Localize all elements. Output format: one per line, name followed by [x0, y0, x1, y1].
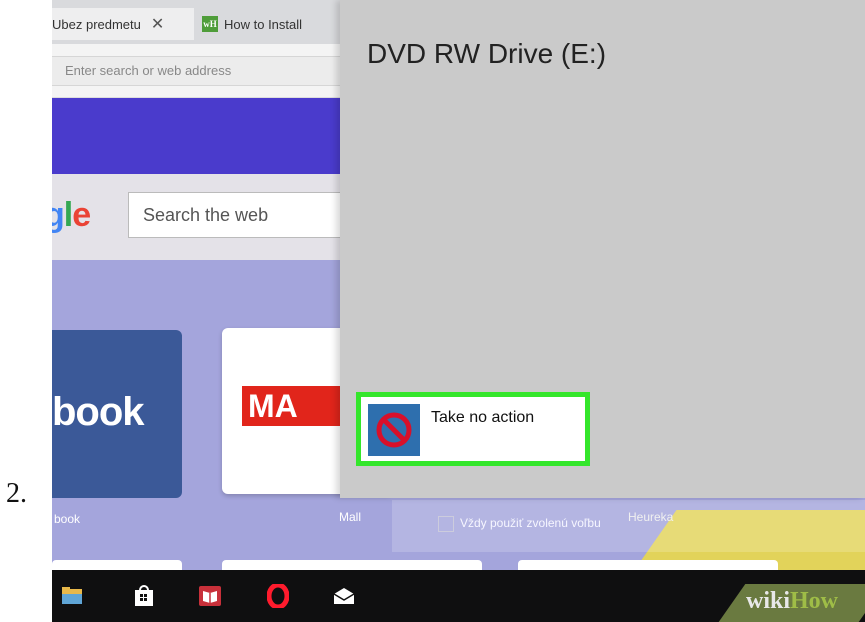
tab-ubez-predmetu[interactable]: Ubez predmetu ✕ — [52, 8, 194, 40]
always-use-checkbox[interactable] — [438, 516, 454, 532]
wikihow-watermark: wikiHow — [746, 588, 839, 614]
take-no-action-option[interactable]: Take no action — [356, 392, 590, 466]
close-tab-icon[interactable]: ✕ — [151, 14, 164, 34]
google-logo: gle — [52, 196, 91, 234]
address-input[interactable]: Enter search or web address — [52, 56, 348, 86]
no-action-icon — [368, 404, 420, 456]
file-explorer-icon[interactable] — [60, 584, 84, 608]
autoplay-flyout: DVD RW Drive (E:) Take no action — [340, 0, 865, 498]
mall-logo: MA — [242, 386, 342, 426]
tile-label-facebook: book — [54, 512, 81, 526]
tab-title: How to Install — [224, 16, 303, 32]
tile-label-mall: Mall — [339, 510, 362, 524]
tab-how-to-install[interactable]: wH How to Install — [202, 8, 342, 40]
mail-icon[interactable] — [332, 584, 356, 608]
opera-icon[interactable] — [266, 584, 290, 608]
screenshot-area: Ubez predmetu ✕ wH How to Install Enter … — [52, 0, 865, 622]
option-label: Take no action — [431, 409, 535, 426]
books-icon[interactable] — [198, 584, 222, 608]
tab-title: Ubez predmetu — [52, 16, 141, 32]
facebook-logo: book — [52, 390, 145, 434]
step-number: 2. — [6, 478, 27, 509]
store-icon[interactable] — [132, 584, 156, 608]
wikihow-favicon-icon: wH — [202, 16, 218, 32]
speed-dial-tile-facebook[interactable]: book — [52, 330, 182, 498]
tile-label-heureka: Heureka — [628, 510, 674, 524]
flyout-title: DVD RW Drive (E:) — [367, 38, 607, 69]
web-search-input[interactable]: Search the web — [128, 192, 368, 238]
always-use-label: Vždy použiť zvolenú voľbu — [460, 516, 601, 530]
always-use-row: Vždy použiť zvolenú voľbu — [392, 500, 865, 552]
